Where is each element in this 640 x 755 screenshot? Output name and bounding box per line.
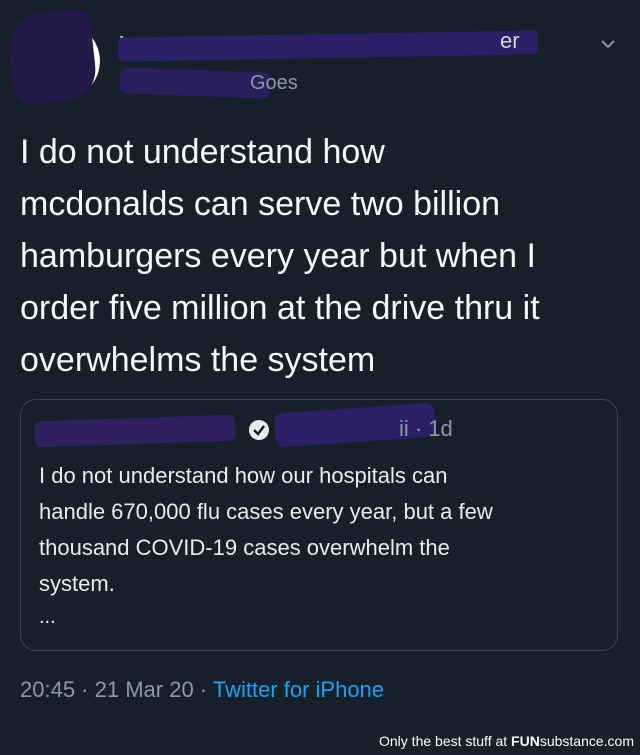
tweet-header: I er Goes <box>0 0 640 110</box>
quoted-line: system. <box>39 571 115 596</box>
separator: · <box>75 677 95 702</box>
separator: · <box>193 677 213 702</box>
tweet-line: hamburgers every year but when I <box>20 237 536 275</box>
tweet-text: I do not understand how mcdonalds can se… <box>20 126 625 386</box>
quoted-tweet-text: I do not understand how our hospitals ca… <box>39 458 599 602</box>
redaction-scribble-name <box>117 30 539 62</box>
redaction-scribble-handle <box>119 67 271 99</box>
display-name-tail[interactable]: er <box>500 28 520 54</box>
quoted-line: I do not understand how our hospitals ca… <box>39 463 448 488</box>
tweet-time[interactable]: 20:45 <box>20 677 75 702</box>
site-watermark: Only the best stuff at FUNsubstance.com <box>379 733 634 749</box>
redaction-scribble-avatar <box>5 7 99 107</box>
tweet-line: mcdonalds can serve two billion <box>20 185 501 223</box>
redaction-scribble-quoted-author <box>34 414 236 448</box>
handle-tail: Goes <box>250 72 298 94</box>
tweet-line: I do not understand how <box>20 133 385 171</box>
quoted-line: thousand COVID-19 cases overwhelm the <box>39 535 450 560</box>
watermark-brand-bold: FUN <box>511 733 540 749</box>
tweet-line: order five million at the drive thru it <box>20 289 540 327</box>
quoted-tweet-meta: ii · 1d <box>399 416 453 441</box>
tweet-date[interactable]: 21 Mar 20 <box>95 677 194 702</box>
tweet-source-link[interactable]: Twitter for iPhone <box>213 677 384 702</box>
verified-badge-icon <box>249 420 269 440</box>
tweet-timestamp-row: 20:45 · 21 Mar 20 · Twitter for iPhone <box>20 677 384 703</box>
chevron-down-icon[interactable] <box>598 34 618 54</box>
quoted-tweet-card[interactable]: ii · 1d I do not understand how our hosp… <box>20 399 618 651</box>
watermark-brand-rest: substance.com <box>539 733 634 749</box>
quoted-tweet-ellipsis: ... <box>39 606 56 628</box>
tweet-line: overwhelms the system <box>20 341 376 379</box>
watermark-text: Only the best stuff at <box>379 733 512 749</box>
quoted-line: handle 670,000 flu cases every year, but… <box>39 499 493 524</box>
